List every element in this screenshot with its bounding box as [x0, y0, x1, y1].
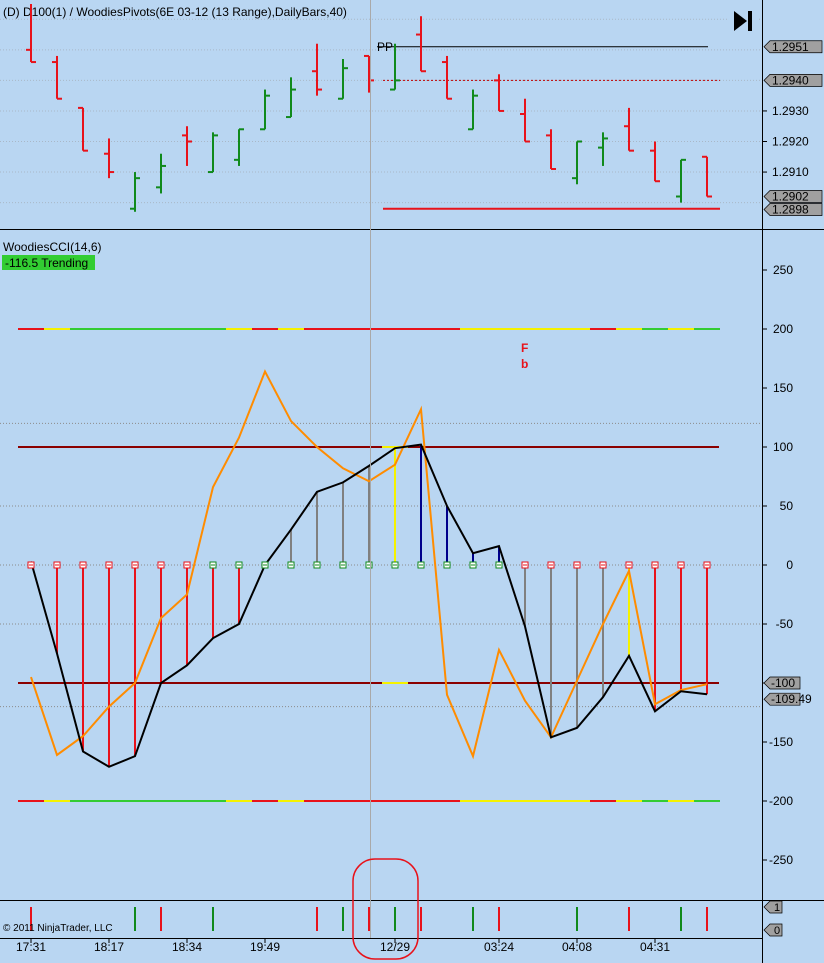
cci-tick-label: -250 [769, 853, 793, 867]
marker-f: F [521, 341, 528, 355]
price-badge-label: 1.2902 [772, 190, 809, 204]
volume-max-label: 1 [774, 902, 780, 914]
end-bar-icon [748, 11, 752, 31]
copyright-text: © 2011 NinjaTrader, LLC [3, 923, 113, 934]
chart-background [0, 0, 824, 963]
time-axis-label: 04:08 [562, 940, 592, 954]
cci-tick-label: 100 [773, 440, 793, 454]
chart-title: (D) D100(1) / WoodiesPivots(6E 03-12 (13… [3, 5, 347, 19]
cci-tick-label: -50 [776, 617, 794, 631]
time-axis-label: 12/29 [380, 940, 410, 954]
cci-tick-label: 200 [773, 322, 793, 336]
cci-tick-label: 150 [773, 381, 793, 395]
price-tick-label: 1.2910 [772, 165, 809, 179]
price-badge-label: 1.2951 [772, 40, 809, 54]
woodies-cci-chart: (D) D100(1) / WoodiesPivots(6E 03-12 (13… [0, 0, 824, 963]
pp-label: PP [377, 40, 393, 54]
cci-tick-label: -200 [769, 794, 793, 808]
status-badge-text: -116.5 Trending [5, 256, 88, 270]
time-axis-label: 03:24 [484, 940, 514, 954]
cci-indicator-label: WoodiesCCI(14,6) [3, 240, 101, 254]
cci-tick-label: 50 [780, 499, 794, 513]
cci-tick-label: -150 [769, 735, 793, 749]
cci-tick-label: 250 [773, 263, 793, 277]
cci-tick-label: 0 [786, 558, 793, 572]
cci-value-badge-label: -100 [771, 676, 795, 690]
price-badge-label: 1.2940 [772, 73, 809, 87]
volume-min-label: 0 [774, 925, 780, 937]
time-axis-label: 04:31 [640, 940, 670, 954]
marker-b: b [521, 357, 528, 371]
time-axis-label: 18:17 [94, 940, 124, 954]
go-to-end-button[interactable] [728, 6, 758, 36]
time-axis-label: 19:49 [250, 940, 280, 954]
time-axis-label: 17:31 [16, 940, 46, 954]
price-tick-label: 1.2930 [772, 104, 809, 118]
price-tick-label: 1.2920 [772, 135, 809, 149]
price-badge-label: 1.2898 [772, 203, 809, 217]
cci-value-badge-label: -109.49 [771, 692, 812, 706]
time-axis-label: 18:34 [172, 940, 202, 954]
